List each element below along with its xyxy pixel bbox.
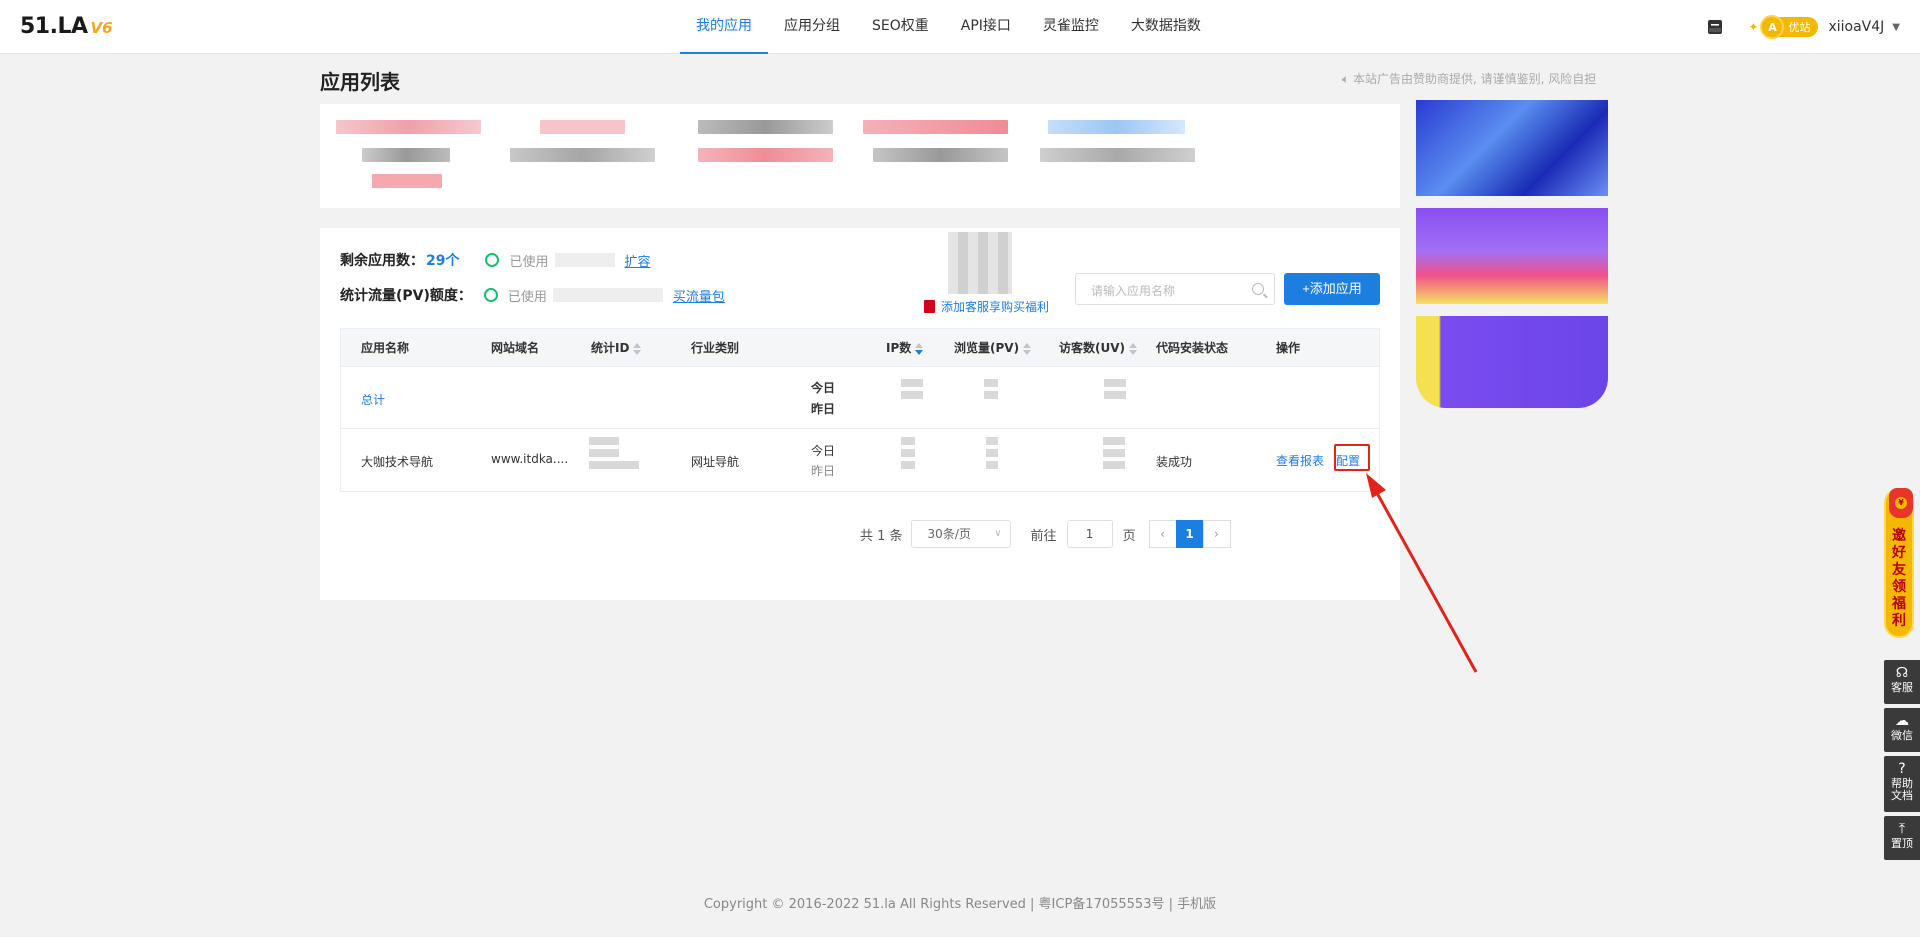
customer-service-label: 客服: [1891, 681, 1913, 694]
floating-toolbar: ☊ 客服 ☁ 微信 ? 帮助文档 ⤒ 置顶: [1884, 660, 1920, 864]
arrow-up-icon: ⤒: [1898, 821, 1906, 837]
help-docs-label: 帮助文档: [1891, 777, 1913, 802]
annotation-arrow-icon: [1366, 473, 1478, 673]
footer: Copyright © 2016-2022 51.la All Rights R…: [703, 897, 1217, 912]
help-docs-button[interactable]: ? 帮助文档: [1884, 756, 1920, 812]
back-to-top-label: 置顶: [1891, 837, 1913, 850]
invite-friends-button[interactable]: 邀好友领福利: [1884, 488, 1914, 638]
customer-service-button[interactable]: ☊ 客服: [1884, 660, 1920, 704]
wechat-button[interactable]: ☁ 微信: [1884, 708, 1920, 752]
wechat-label: 微信: [1891, 729, 1913, 742]
invite-text: 邀好友领福利: [1892, 528, 1906, 629]
headset-icon: ☊: [1895, 665, 1909, 681]
red-envelope-icon: [1889, 488, 1913, 518]
back-to-top-button[interactable]: ⤒ 置顶: [1884, 816, 1920, 860]
wechat-icon: ☁: [1895, 713, 1909, 729]
question-icon: ?: [1898, 761, 1906, 777]
